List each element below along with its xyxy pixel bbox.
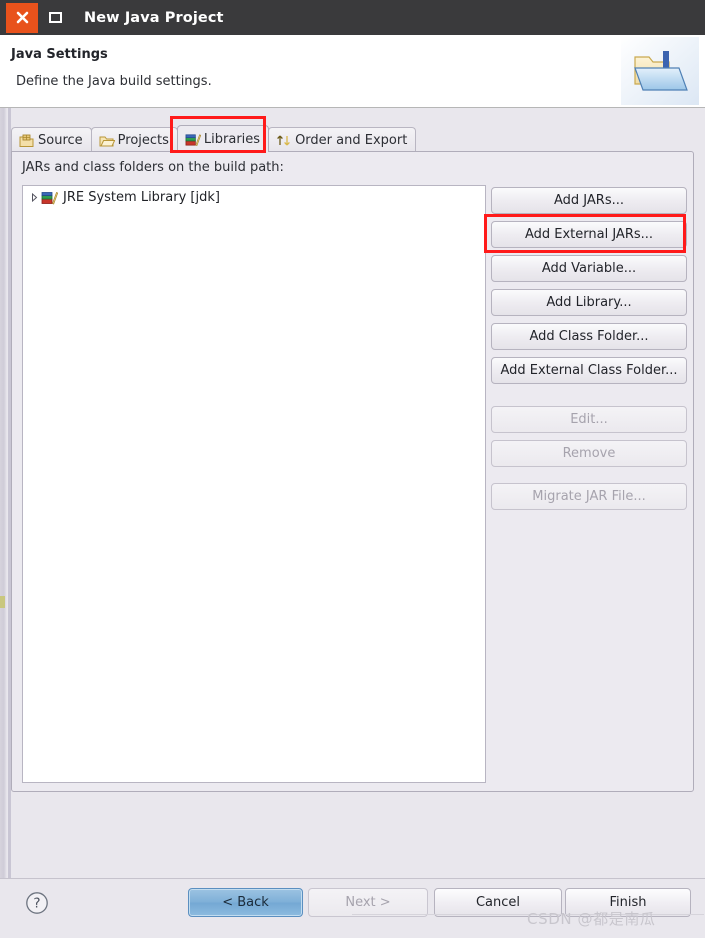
order-arrows-icon xyxy=(277,135,290,145)
title-bar: New Java Project xyxy=(0,0,705,35)
tab-order-label: Order and Export xyxy=(295,132,408,148)
chevron-right-icon[interactable] xyxy=(27,190,41,204)
svg-text:?: ? xyxy=(33,896,40,912)
window-title: New Java Project xyxy=(84,9,224,26)
tree-item-label: JRE System Library [jdk] xyxy=(63,189,220,205)
tab-source-label: Source xyxy=(38,132,83,148)
build-path-tree[interactable]: JRE System Library [jdk] xyxy=(22,185,486,783)
background-window-sliver xyxy=(0,108,7,878)
source-folder-icon xyxy=(19,134,34,147)
watermark-text: CSDN @都是南瓜 xyxy=(527,910,656,928)
add-external-class-folder-button[interactable]: Add External Class Folder... xyxy=(491,357,687,384)
add-library-button[interactable]: Add Library... xyxy=(491,289,687,316)
tab-source[interactable]: Source xyxy=(11,127,92,152)
maximize-icon[interactable] xyxy=(40,2,70,33)
add-jars-button[interactable]: Add JARs... xyxy=(491,187,687,214)
add-external-jars-button[interactable]: Add External JARs... xyxy=(491,221,687,248)
open-folder-icon xyxy=(99,136,115,146)
build-path-label: JARs and class folders on the build path… xyxy=(22,160,284,175)
tree-item-jre-system-library[interactable]: JRE System Library [jdk] xyxy=(23,186,485,208)
libraries-books-icon xyxy=(185,133,201,146)
background-window-marker xyxy=(0,596,5,608)
wizard-header: Java Settings Define the Java build sett… xyxy=(0,35,705,108)
remove-button: Remove xyxy=(491,440,687,467)
page-subtitle: Define the Java build settings. xyxy=(16,74,212,89)
close-icon[interactable] xyxy=(6,2,38,33)
libraries-tab-panel: JARs and class folders on the build path… xyxy=(11,151,694,792)
next-button: Next > xyxy=(308,888,428,917)
add-variable-button[interactable]: Add Variable... xyxy=(491,255,687,282)
tab-projects-label: Projects xyxy=(117,132,169,148)
help-question-icon[interactable]: ? xyxy=(25,891,49,915)
tab-libraries[interactable]: Libraries xyxy=(176,125,270,152)
add-class-folder-button[interactable]: Add Class Folder... xyxy=(491,323,687,350)
migrate-jar-file-button: Migrate JAR File... xyxy=(491,483,687,510)
build-path-actions: Add JARs... Add External JARs... Add Var… xyxy=(491,187,687,517)
page-title: Java Settings xyxy=(11,47,108,62)
libraries-books-icon xyxy=(41,191,58,204)
tab-order-and-export[interactable]: Order and Export xyxy=(268,127,417,152)
java-project-folder-icon xyxy=(621,37,699,105)
edit-button: Edit... xyxy=(491,406,687,433)
back-button[interactable]: < Back xyxy=(188,888,303,917)
tab-projects[interactable]: Projects xyxy=(90,127,178,152)
settings-tabstrip: Source Projects Libraries Order and Expo… xyxy=(11,125,694,152)
tab-libraries-label: Libraries xyxy=(203,131,261,147)
new-java-project-dialog: New Java Project Java Settings Define th… xyxy=(0,0,705,938)
